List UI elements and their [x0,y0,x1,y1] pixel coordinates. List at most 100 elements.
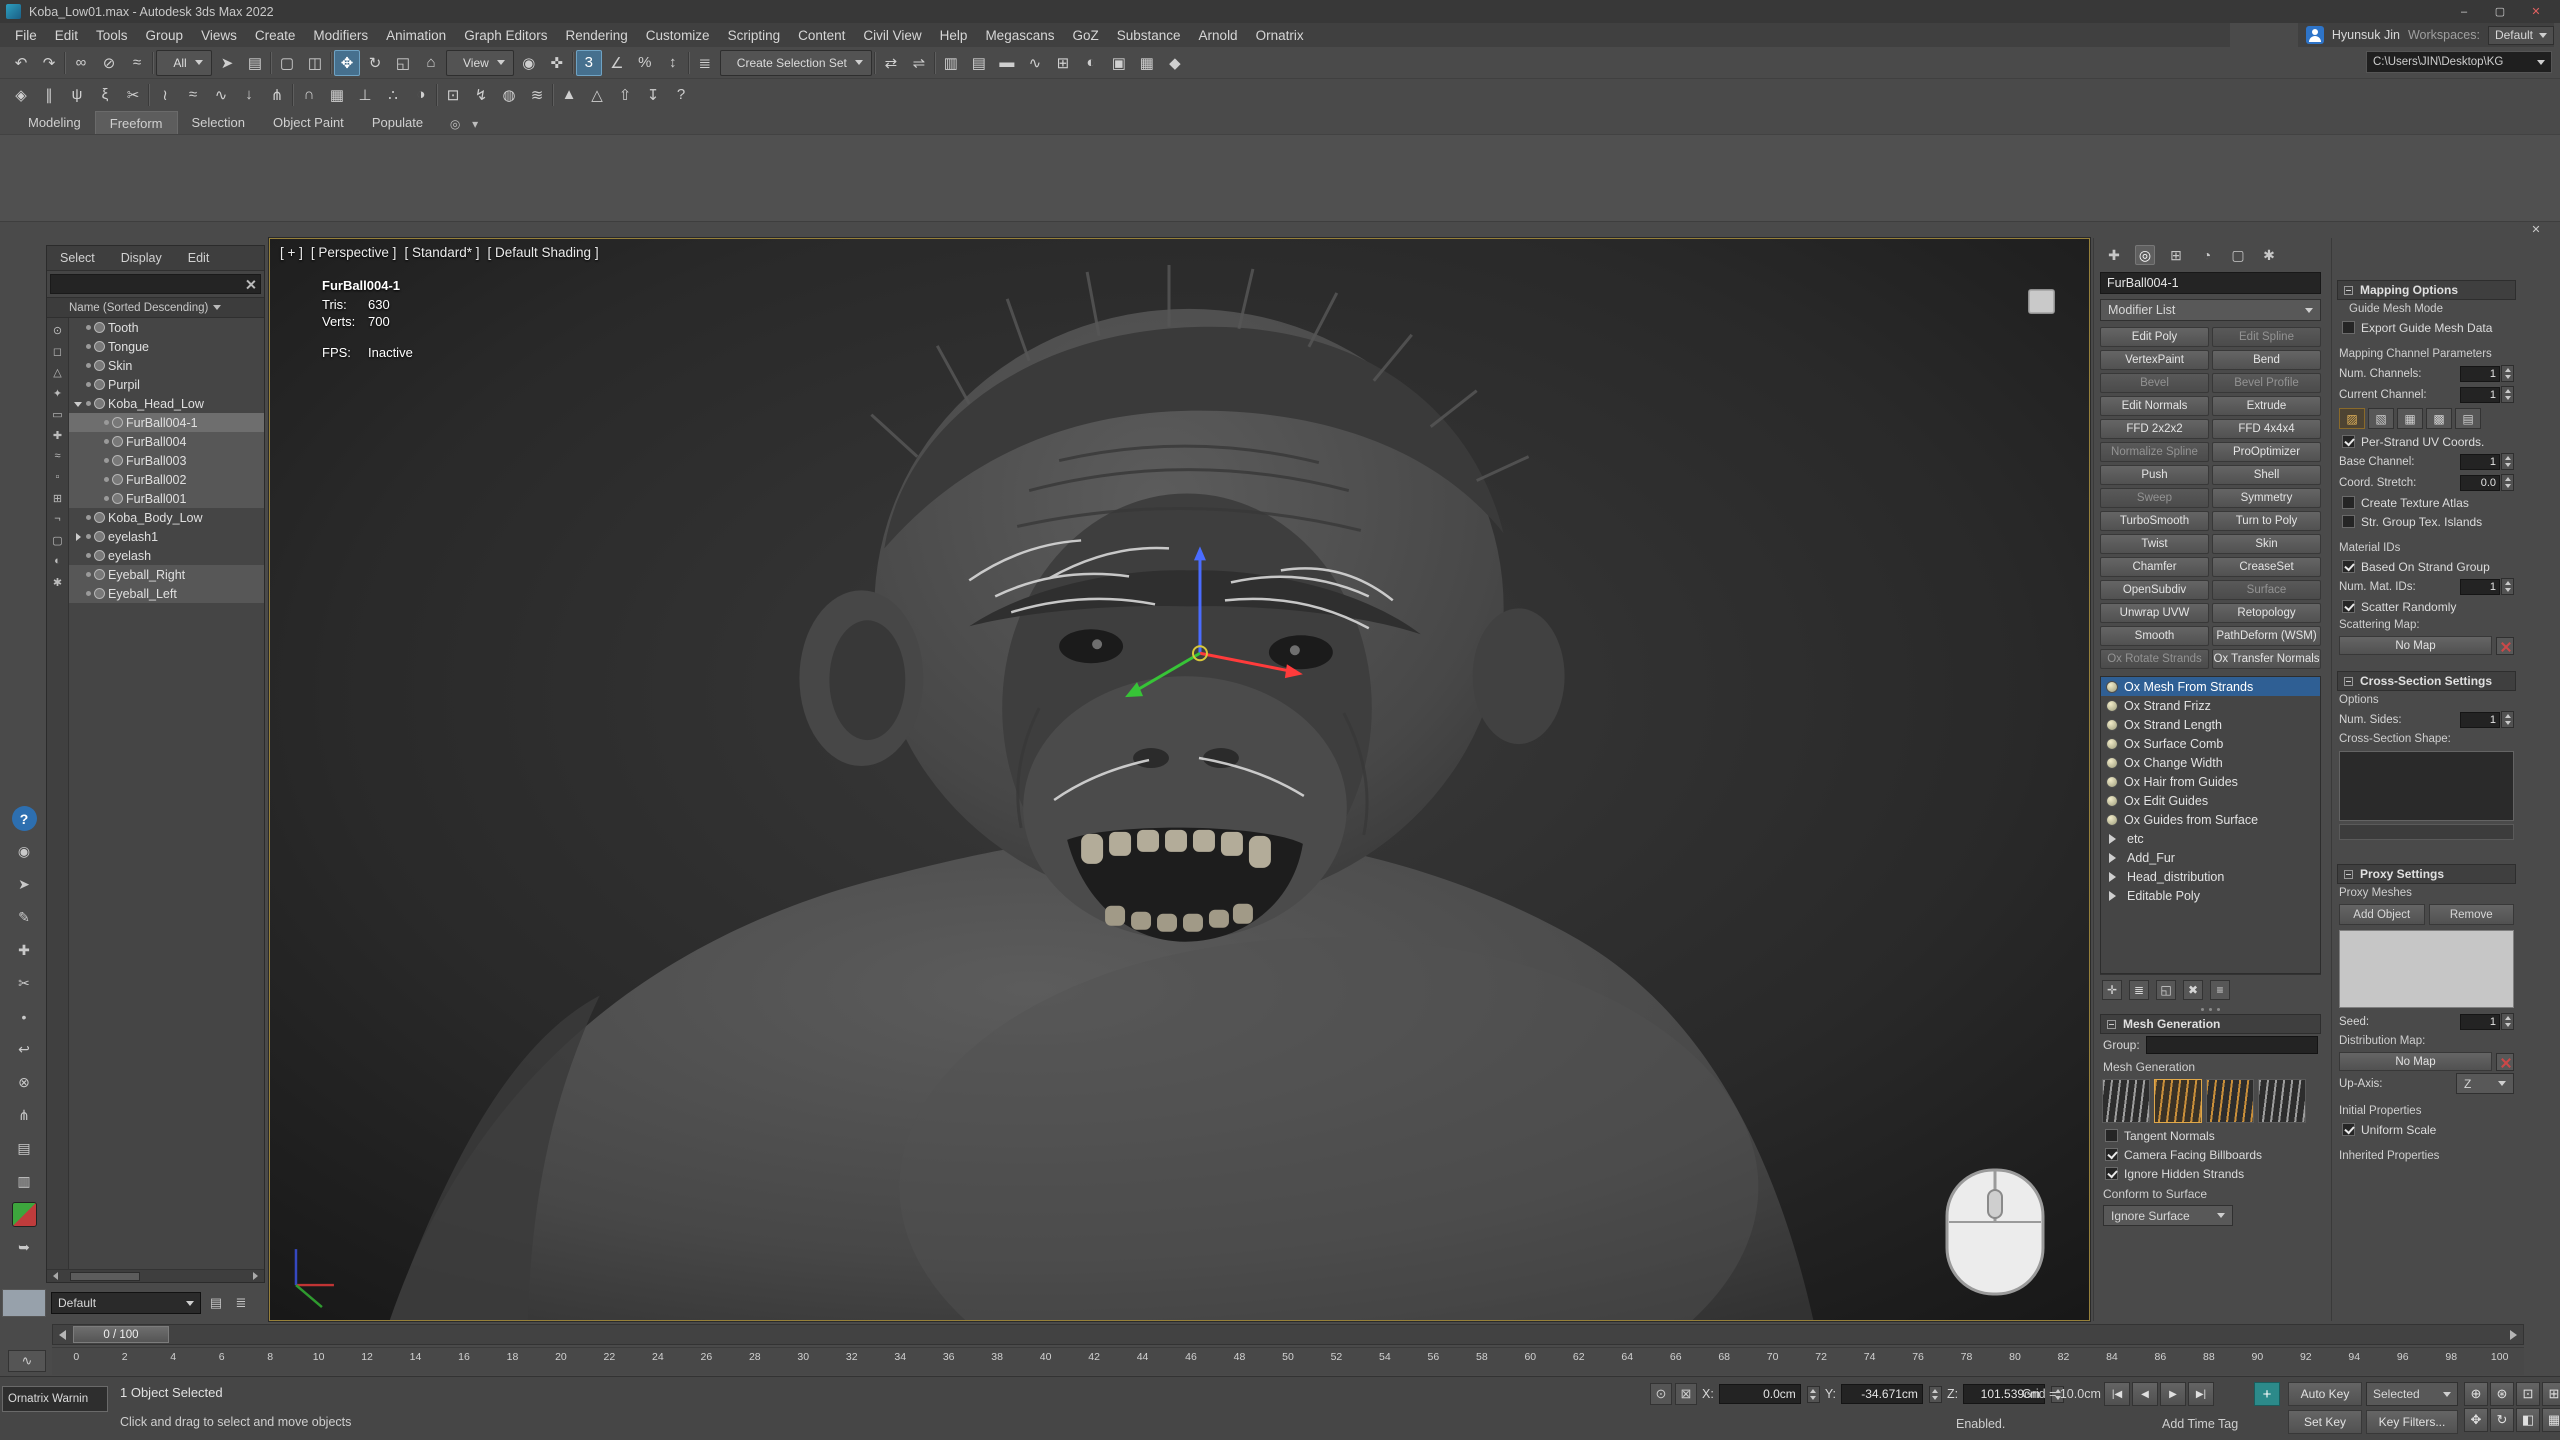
modifier-button[interactable]: TurboSmooth [2100,511,2209,531]
guides-from-surface-icon[interactable]: ⊥ [352,82,378,108]
modifier-button[interactable]: Sweep [2100,488,2209,508]
scene-object-row[interactable]: FurBall001 [69,489,264,508]
expand-toggle-icon[interactable] [73,323,83,333]
snap-tools-icon[interactable]: ◈ [8,82,34,108]
pin-stack-icon[interactable]: ✛ [2102,980,2122,1000]
undo-icon[interactable]: ↶ [8,50,34,76]
render-production-icon[interactable]: ◆ [1162,50,1188,76]
reference-coordinate-dropdown[interactable]: View [446,50,514,76]
group-input[interactable] [2146,1036,2318,1054]
mesh-gen-ribbon-mode-icon[interactable] [2258,1079,2306,1123]
modifier-button[interactable]: Ox Transfer Normals [2212,649,2321,669]
display-materials-icon[interactable]: ◐ [50,553,66,569]
scene-object-row[interactable]: FurBall003 [69,451,264,470]
scene-object-row[interactable]: FurBall002 [69,470,264,489]
mapping-sphere-icon[interactable]: ▦ [2397,408,2423,429]
menu-item[interactable]: Animation [377,23,455,47]
ribbon-tab[interactable]: Modeling [14,111,95,134]
modifier-button[interactable]: Chamfer [2100,557,2209,577]
key-mode-dropdown[interactable]: Selected [2366,1382,2458,1406]
visibility-dot-icon[interactable] [104,439,109,444]
strand-gravity-icon[interactable]: ↓ [236,82,262,108]
render-settings-icon[interactable]: ◑ [408,82,434,108]
uniform-scale-checkbox[interactable]: Uniform Scale [2337,1120,2516,1139]
next-frame-arrow[interactable] [2509,1326,2523,1343]
modifier-button[interactable]: Symmetry [2212,488,2321,508]
user-name[interactable]: Hyunsuk Jin [2332,28,2400,42]
menu-item[interactable]: Views [192,23,246,47]
scene-object-row[interactable]: Tooth [69,318,264,337]
base-channel-spinner[interactable]: 1 [2460,453,2514,470]
menu-item[interactable]: Graph Editors [455,23,556,47]
modifier-button[interactable]: Edit Spline [2212,327,2321,347]
set-keys-button[interactable]: + [2254,1382,2280,1406]
modifier-button[interactable]: Ox Rotate Strands [2100,649,2209,669]
checkbox[interactable] [2105,1167,2118,1180]
checkbox[interactable] [2105,1129,2118,1142]
display-xrefs-icon[interactable]: ⊞ [50,490,66,506]
scene-object-row[interactable]: Skin [69,356,264,375]
menu-item[interactable]: GoZ [1063,23,1107,47]
angle-snap-icon[interactable]: ∠ [604,50,630,76]
modifier-button[interactable]: Extrude [2212,396,2321,416]
modifier-button[interactable]: PathDeform (WSM) [2212,626,2321,646]
object-name-field[interactable]: FurBall004-1 [2100,272,2321,294]
window-crossing-icon[interactable]: ◫ [302,50,328,76]
play-button[interactable]: ▶ [2160,1382,2186,1406]
cut-tool-icon[interactable]: ✂ [12,971,37,996]
menu-item[interactable]: Tools [87,23,137,47]
menu-item[interactable]: Help [931,23,977,47]
display-geometry-icon[interactable]: ◻ [50,343,66,359]
modifier-button[interactable]: Push [2100,465,2209,485]
viewcube[interactable] [2028,289,2055,314]
distribution-map-enable-toggle[interactable] [2496,1053,2514,1071]
scroll-left-icon[interactable] [49,1272,58,1280]
display-tab-icon[interactable]: ▢ [2228,245,2248,265]
num-mat-ids-spinner[interactable]: 1 [2460,578,2514,595]
display-groups-icon[interactable]: ▫ [50,469,66,485]
name-column-header[interactable]: Name (Sorted Descending) [47,297,264,318]
curve-editor-icon[interactable]: ∿ [1022,50,1048,76]
auto-key-button[interactable]: Auto Key [2288,1382,2362,1406]
rectangular-selection-icon[interactable]: ▢ [274,50,300,76]
strand-frizz-icon[interactable]: ≈ [180,82,206,108]
visibility-dot-icon[interactable] [86,515,91,520]
modifier-button[interactable]: FFD 4x4x4 [2212,419,2321,439]
time-slider[interactable]: 0 / 100 [52,1324,2524,1345]
visibility-dot-icon[interactable] [86,553,91,558]
ribbon-collapse-icon[interactable]: ▾ [465,114,485,134]
project-path-dropdown[interactable]: C:\Users\JIN\Desktop\KG [2366,51,2552,73]
notes-book-icon[interactable]: ▥ [12,1169,37,1194]
visibility-dot-icon[interactable] [86,534,91,539]
annotate-pencil-icon[interactable]: ✎ [12,905,37,930]
expand-toggle-icon[interactable] [73,513,83,523]
hair-brush-icon[interactable]: ψ [64,82,90,108]
viewport-menu-segment[interactable]: [ Default Shading ] [488,245,599,260]
y-coordinate-field[interactable]: -34.671cm [1841,1384,1923,1404]
ornatrix-warning-window[interactable]: Ornatrix Warnin [2,1386,108,1412]
modifier-visibility-icon[interactable] [2106,738,2118,750]
clear-search-icon[interactable] [245,279,256,290]
menu-item[interactable]: Content [789,23,854,47]
scatter-randomly-checkbox[interactable]: Scatter Randomly [2337,597,2516,616]
modifier-stack-row[interactable]: Ox Hair from Guides [2101,772,2320,791]
schematic-view-icon[interactable]: ⊞ [1050,50,1076,76]
strand-length-icon[interactable]: ≀ [152,82,178,108]
conform-surface-dropdown[interactable]: Ignore Surface [2103,1205,2233,1226]
num-channels-spinner[interactable]: 1 [2460,365,2514,382]
menu-item[interactable]: Group [137,23,193,47]
visibility-dot-icon[interactable] [104,477,109,482]
menu-item[interactable]: Civil View [854,23,930,47]
scene-object-row[interactable]: Tongue [69,337,264,356]
select-and-place-icon[interactable]: ⌂ [418,50,444,76]
preset-outline-icon[interactable]: △ [584,82,610,108]
ornatrix-help-icon[interactable]: ? [668,82,694,108]
add-object-button[interactable]: Add Object [2339,904,2425,925]
color-swatch-icon[interactable] [12,1202,37,1227]
display-lights-icon[interactable]: ✦ [50,385,66,401]
checkbox-row[interactable]: Ignore Hidden Strands [2100,1164,2321,1183]
mesh-gen-strands-mode-icon[interactable] [2102,1079,2150,1123]
remove-button[interactable]: Remove [2429,904,2515,925]
modifier-stack-row[interactable]: Ox Strand Length [2101,715,2320,734]
close-panel-button[interactable]: ✕ [2528,222,2544,236]
